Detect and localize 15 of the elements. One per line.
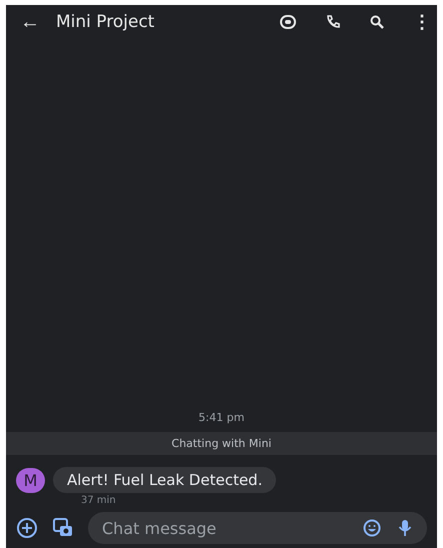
message-time: 37 min	[80, 494, 117, 506]
chat-title: Mini Project	[56, 12, 154, 32]
microphone-icon[interactable]	[397, 519, 413, 537]
emoji-icon[interactable]	[363, 519, 381, 537]
timestamp: 5:41 pm	[198, 410, 246, 426]
back-button[interactable]: ←	[20, 10, 40, 34]
add-icon[interactable]	[16, 517, 38, 539]
search-icon[interactable]	[369, 14, 385, 30]
phone-icon[interactable]	[325, 14, 341, 30]
gallery-icon[interactable]	[52, 517, 74, 539]
sender-avatar: M	[16, 468, 45, 492]
message-field[interactable]: Chat message	[88, 512, 427, 544]
chat-banner: Chatting with Mini	[6, 432, 437, 455]
message-bubble: Alert! Fuel Leak Detected.	[53, 467, 276, 493]
menu-button[interactable]: ⋮	[413, 11, 423, 33]
